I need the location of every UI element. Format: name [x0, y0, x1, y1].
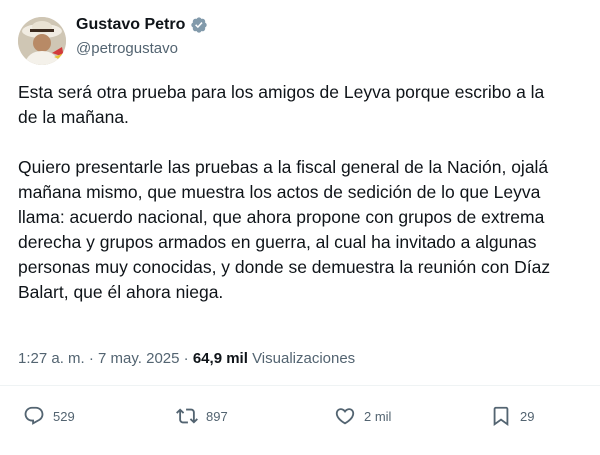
bookmark-icon: [493, 406, 509, 427]
tweet-line: personas muy conocidas, y donde se demue…: [18, 257, 551, 277]
tweet-line: derecha y grupos armados en guerra, al c…: [18, 232, 537, 252]
reply-icon: [24, 406, 44, 425]
tweet-paragraph-2: Quiero presentarle las pruebas a la fisc…: [18, 155, 600, 305]
reply-button[interactable]: 529: [23, 405, 75, 427]
author-handle[interactable]: @petrogustavo: [76, 40, 178, 57]
bookmark-button[interactable]: 29: [490, 405, 534, 427]
repost-button[interactable]: 897: [176, 405, 228, 427]
divider: [0, 385, 600, 386]
repost-count: 897: [206, 408, 228, 424]
tweet-date[interactable]: 7 may. 2025: [98, 350, 179, 367]
author-name-row: Gustavo Petro: [76, 15, 208, 35]
tweet-line: Quiero presentarle las pruebas a la fisc…: [18, 157, 549, 177]
tweet-time[interactable]: 1:27 a. m.: [18, 350, 85, 367]
like-button[interactable]: 2 mil: [334, 405, 391, 427]
views-count: 64,9 mil: [192, 350, 248, 367]
avatar[interactable]: [18, 17, 66, 65]
views-label: Visualizaciones: [252, 350, 356, 367]
author-display-name[interactable]: Gustavo Petro: [76, 15, 185, 35]
tweet-line: Balart, que él ahora niega.: [18, 282, 224, 302]
repost-icon: [176, 408, 198, 424]
tweet-text: Esta será otra prueba para los amigos de…: [18, 80, 600, 305]
bookmark-count: 29: [520, 408, 535, 424]
tweet-line: Esta será otra prueba para los amigos de…: [18, 82, 545, 102]
meta-separator: ·: [88, 350, 94, 367]
tweet-line: mañana mismo, que muestra los actos de s…: [18, 182, 541, 202]
reply-count: 529: [53, 408, 75, 424]
tweet-line: de la mañana.: [18, 107, 129, 127]
tweet-paragraph-1: Esta será otra prueba para los amigos de…: [18, 80, 600, 130]
meta-separator: ·: [183, 350, 189, 367]
heart-icon: [335, 408, 355, 425]
like-count: 2 mil: [364, 408, 392, 424]
tweet-card: Gustavo Petro @petrogustavo Esta será ot…: [0, 0, 600, 455]
tweet-line: llama: acuerdo nacional, que ahora propo…: [18, 207, 545, 227]
tweet-meta: 1:27 a. m. · 7 may. 2025 · 64,9 mil Visu…: [18, 350, 355, 367]
avatar-image: [18, 17, 66, 65]
verified-badge-icon: [191, 17, 208, 33]
